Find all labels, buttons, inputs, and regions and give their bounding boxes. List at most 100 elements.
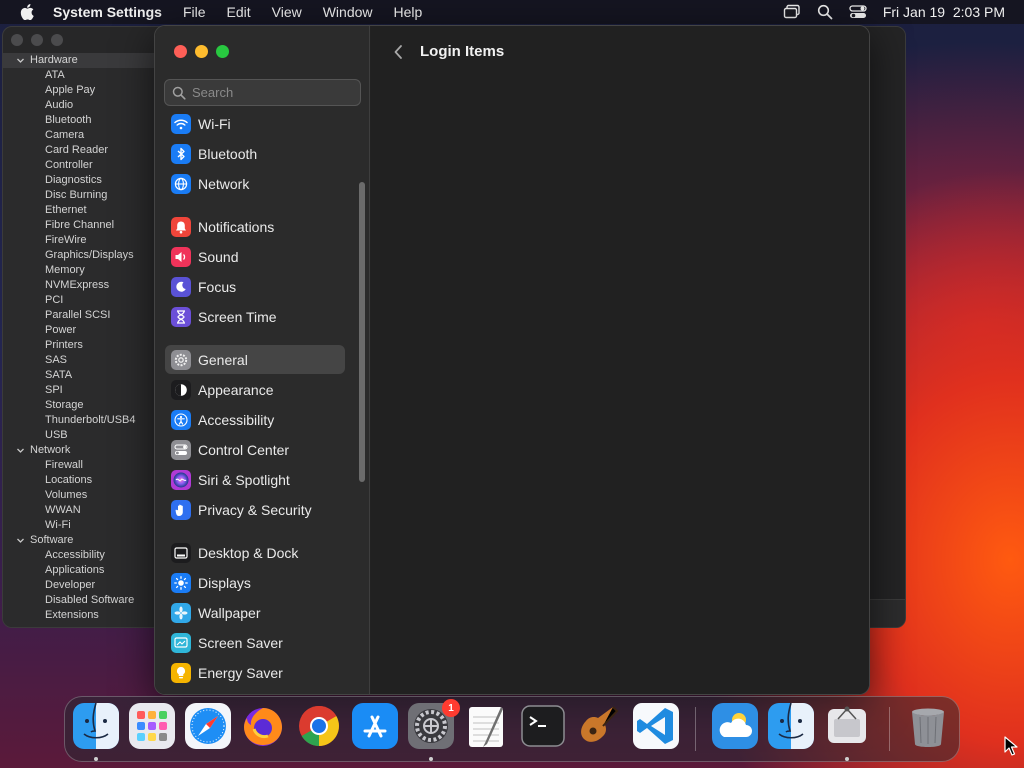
sidebar-item-screen-saver[interactable]: Screen Saver [165,628,345,657]
tree-item[interactable]: NVMExpress [3,278,155,293]
tree-item[interactable]: PCI [3,293,155,308]
dock-app-vs-code[interactable] [633,702,679,751]
sidebar-item-screen-time[interactable]: Screen Time [165,302,345,331]
tree-group-hardware[interactable]: Hardware [3,53,155,68]
control-center-icon[interactable] [849,4,867,20]
dock: 1 [64,696,960,762]
minimize-button[interactable] [195,45,208,58]
tree-item[interactable]: Camera [3,128,155,143]
sidebar-item-sound[interactable]: Sound [165,242,345,271]
tree-item[interactable]: Applications [3,563,155,578]
sidebar-scrollbar[interactable] [359,182,365,482]
dock-app-garageband[interactable] [575,705,621,751]
zoom-button[interactable] [51,34,63,46]
tree-item[interactable]: Bluetooth [3,113,155,128]
tree-item[interactable]: Firewall [3,458,155,473]
tree-item[interactable]: Extensions [3,608,155,623]
tree-item[interactable]: Developer [3,578,155,593]
dock-app-finder[interactable] [73,702,119,751]
sidebar-item-privacy-security[interactable]: Privacy & Security [165,495,345,524]
dock-app-trash[interactable] [905,705,951,751]
menu-file[interactable]: File [183,4,206,20]
tree-item[interactable]: Locations [3,473,155,488]
tree-item[interactable]: ATA [3,68,155,83]
menu-edit[interactable]: Edit [227,4,251,20]
tree-group-software[interactable]: Software [3,533,155,548]
chevron-down-icon[interactable] [16,536,25,545]
sidebar-item-siri-spotlight[interactable]: Siri & Spotlight [165,465,345,494]
tree-item[interactable]: Disabled Software [3,593,155,608]
tree-item[interactable]: Apple Pay [3,83,155,98]
dock-app-finder[interactable] [768,702,814,754]
close-button[interactable] [11,34,23,46]
tree-item[interactable]: Fibre Channel [3,218,155,233]
dock-app-chrome[interactable] [296,705,342,751]
dock-app-system-information[interactable] [824,705,870,751]
sidebar-item-focus[interactable]: Focus [165,272,345,301]
apple-logo-icon[interactable] [20,4,34,20]
back-button[interactable] [389,43,407,61]
tree-item[interactable]: Graphics/Displays [3,248,155,263]
minimize-button[interactable] [31,34,43,46]
dock-app-weather[interactable] [712,702,758,751]
tree-item[interactable]: Thunderbolt/USB4 [3,413,155,428]
dock-app-launchpad[interactable] [129,702,175,751]
tree-item[interactable]: Memory [3,263,155,278]
tree-item[interactable]: Parallel SCSI [3,308,155,323]
sidebar-item-wi-fi[interactable]: Wi-Fi [165,114,345,138]
tree-item[interactable]: Volumes [3,488,155,503]
dock-app-app-store[interactable] [352,702,398,751]
menu-window[interactable]: Window [323,4,373,20]
menu-help[interactable]: Help [394,4,423,20]
sidebar-item-displays[interactable]: Displays [165,568,345,597]
screen-mirroring-icon[interactable] [783,4,801,20]
sidebar-item-energy-saver[interactable]: Energy Saver [165,658,345,687]
sidebar-item-network[interactable]: Network [165,169,345,198]
dock-app-firefox[interactable] [240,705,286,751]
close-button[interactable] [174,45,187,58]
tree-item[interactable]: SAS [3,353,155,368]
finder-icon [768,702,814,754]
search-input[interactable] [192,85,352,100]
spotlight-search-icon[interactable] [817,4,833,20]
tree-item[interactable]: FireWire [3,233,155,248]
tree-item[interactable]: SATA [3,368,155,383]
zoom-button[interactable] [216,45,229,58]
tree-item[interactable]: Card Reader [3,143,155,158]
tree-item[interactable]: Wi-Fi [3,518,155,533]
tree-item[interactable]: Accessibility [3,548,155,563]
sidebar-item-bluetooth[interactable]: Bluetooth [165,139,345,168]
sidebar-item-accessibility[interactable]: Accessibility [165,405,345,434]
tree-item[interactable]: Diagnostics [3,173,155,188]
chevron-down-icon[interactable] [16,56,25,65]
tree-item[interactable]: WWAN [3,503,155,518]
tree-group-network[interactable]: Network [3,443,155,458]
dock-app-textedit[interactable] [463,705,509,751]
menu-clock[interactable]: Fri Jan 19 2:03 PM [883,4,1005,20]
sidebar-item-general[interactable]: General [165,345,345,374]
tree-item[interactable]: Controller [3,158,155,173]
dock-app-safari[interactable] [185,702,231,751]
tree-item[interactable]: SPI [3,383,155,398]
dock-app-system-settings[interactable]: 1 [408,699,460,751]
menu-app-name[interactable]: System Settings [53,4,162,20]
sidebar-item-control-center[interactable]: Control Center [165,435,345,464]
dock-app-terminal[interactable] [520,704,566,751]
tree-item[interactable]: Power [3,323,155,338]
sidebar-item-notifications[interactable]: Notifications [165,212,345,241]
tree-item[interactable]: Ethernet [3,203,155,218]
notification-badge: 1 [442,699,460,717]
chevron-down-icon[interactable] [16,446,25,455]
sun-icon [171,572,191,593]
sidebar-item-wallpaper[interactable]: Wallpaper [165,598,345,627]
sidebar-item-appearance[interactable]: Appearance [165,375,345,404]
tree-item[interactable]: Audio [3,98,155,113]
sidebar-item-desktop-dock[interactable]: Desktop & Dock [165,538,345,567]
tree-item[interactable]: Storage [3,398,155,413]
tree-item[interactable]: Disc Burning [3,188,155,203]
tree-item[interactable]: Printers [3,338,155,353]
tree-item[interactable]: USB [3,428,155,443]
menu-view[interactable]: View [272,4,302,20]
search-field[interactable] [164,79,361,106]
bulb-icon [171,662,191,683]
